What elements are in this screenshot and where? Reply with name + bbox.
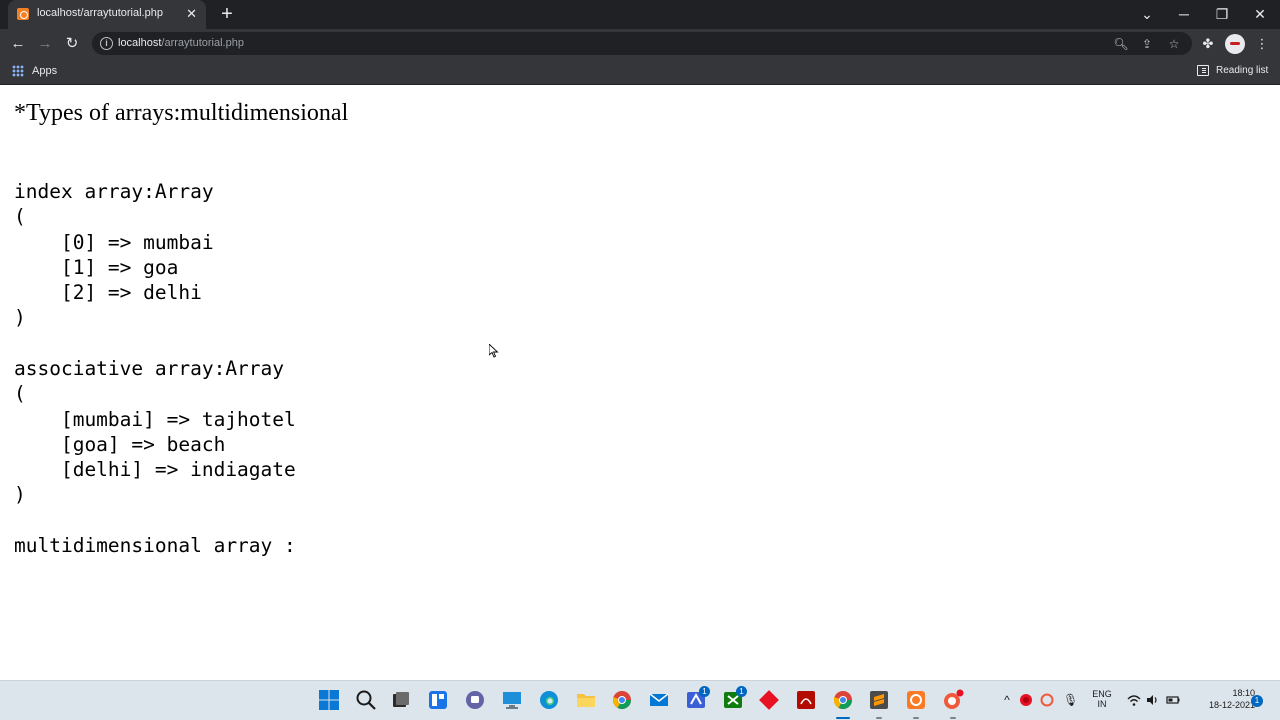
chrome-icon[interactable] <box>611 689 633 711</box>
clock-time: 18:10 <box>1232 688 1255 698</box>
widgets-icon[interactable] <box>427 689 449 711</box>
url-text[interactable]: localhost/arraytutorial.php <box>118 37 244 49</box>
address-bar[interactable]: i localhost/arraytutorial.php 🔍︎ ⇪ ☆ <box>92 32 1192 55</box>
tab-strip: localhost/arraytutorial.php ✕ + ⌄ ─ ❐ ✕ <box>0 0 1280 29</box>
associative-array-output: associative array:Array ( [mumbai] => ta… <box>14 357 296 507</box>
close-window-button[interactable]: ✕ <box>1246 4 1274 24</box>
back-button[interactable]: ← <box>7 33 29 55</box>
tray-overflow-chevron-icon[interactable]: ^ <box>1000 693 1014 707</box>
menu-kebab-icon[interactable]: ⋮ <box>1251 33 1273 55</box>
app-notification-badge: 1 <box>736 686 747 697</box>
forward-button[interactable]: → <box>34 33 56 55</box>
desktop-app-icon[interactable] <box>501 689 523 711</box>
wifi-icon[interactable] <box>1127 693 1141 707</box>
apps-grid-icon[interactable] <box>12 65 24 77</box>
site-info-icon[interactable]: i <box>100 37 113 50</box>
clock[interactable]: 18:10 18-12-2021 <box>1203 688 1255 710</box>
notification-center-badge[interactable]: 1 <box>1251 695 1263 707</box>
chrome-running-icon[interactable] <box>832 689 854 711</box>
app-notification-badge: 1 <box>699 686 710 697</box>
sublime-text-icon[interactable] <box>868 689 890 711</box>
extensions-puzzle-icon[interactable]: ✤ <box>1197 33 1219 55</box>
xampp-favicon-icon <box>17 8 29 20</box>
reading-list-icon[interactable] <box>1197 65 1209 76</box>
share-icon[interactable]: ⇪ <box>1139 36 1155 52</box>
tab-search-chevron-icon[interactable]: ⌄ <box>1133 4 1161 24</box>
language-region: IN <box>1097 699 1107 709</box>
bookmarks-bar: Apps Reading list <box>0 58 1280 85</box>
record-tray-icon[interactable] <box>1019 693 1033 707</box>
microphone-icon[interactable]: 🎙︎ <box>1063 693 1078 707</box>
volume-icon[interactable] <box>1145 693 1159 707</box>
start-windows-icon[interactable] <box>318 689 340 711</box>
browser-toolbar: ← → ↻ i localhost/arraytutorial.php 🔍︎ ⇪… <box>0 29 1280 58</box>
reading-list-button[interactable]: Reading list <box>1216 65 1268 76</box>
page-content: *Types of arrays:multidimensional index … <box>0 86 1280 680</box>
battery-icon[interactable] <box>1166 693 1180 707</box>
reload-button[interactable]: ↻ <box>61 33 83 55</box>
tab-arraytutorial[interactable]: localhost/arraytutorial.php ✕ <box>8 0 206 29</box>
clock-date: 18-12-2021 <box>1208 700 1255 710</box>
index-array-output: index array:Array ( [0] => mumbai [1] =>… <box>14 180 214 330</box>
apps-bookmark[interactable]: Apps <box>32 65 57 77</box>
tab-close-icon[interactable]: ✕ <box>186 6 197 22</box>
mail-icon[interactable] <box>648 689 670 711</box>
pdf-reader-icon[interactable] <box>795 689 817 711</box>
profile-avatar[interactable] <box>1225 34 1245 54</box>
language-code: ENG <box>1092 689 1112 699</box>
search-icon[interactable] <box>355 689 377 711</box>
task-view-icon[interactable] <box>390 689 412 711</box>
url-path: /arraytutorial.php <box>161 37 244 49</box>
windows-taskbar: 1 1 ^ 🎙︎ ENG IN 18:10 18-12-2021 1 <box>0 680 1280 720</box>
language-indicator[interactable]: ENG IN <box>1089 689 1115 709</box>
minimize-button[interactable]: ─ <box>1170 4 1198 24</box>
restore-button[interactable]: ❐ <box>1208 4 1236 24</box>
multidimensional-array-output: multidimensional array : <box>14 534 296 557</box>
running-app-indicator <box>913 717 919 719</box>
red-app-icon[interactable] <box>758 689 780 711</box>
zoom-icon[interactable]: 🔍︎ <box>1113 36 1129 52</box>
teams-chat-icon[interactable] <box>464 689 486 711</box>
new-tab-button[interactable]: + <box>216 3 238 25</box>
edge-browser-icon[interactable] <box>538 689 560 711</box>
sync-tray-icon[interactable] <box>1040 693 1054 707</box>
file-explorer-icon[interactable] <box>575 689 597 711</box>
tab-title: localhost/arraytutorial.php <box>37 7 163 19</box>
url-host: localhost <box>118 37 162 49</box>
running-app-indicator <box>950 717 956 719</box>
active-app-indicator <box>836 717 850 719</box>
bookmark-star-icon[interactable]: ☆ <box>1166 36 1182 52</box>
page-heading: *Types of arrays:multidimensional <box>14 100 349 126</box>
xampp-icon[interactable] <box>905 689 927 711</box>
recorder-app-icon[interactable] <box>942 689 964 711</box>
running-app-indicator <box>876 717 882 719</box>
